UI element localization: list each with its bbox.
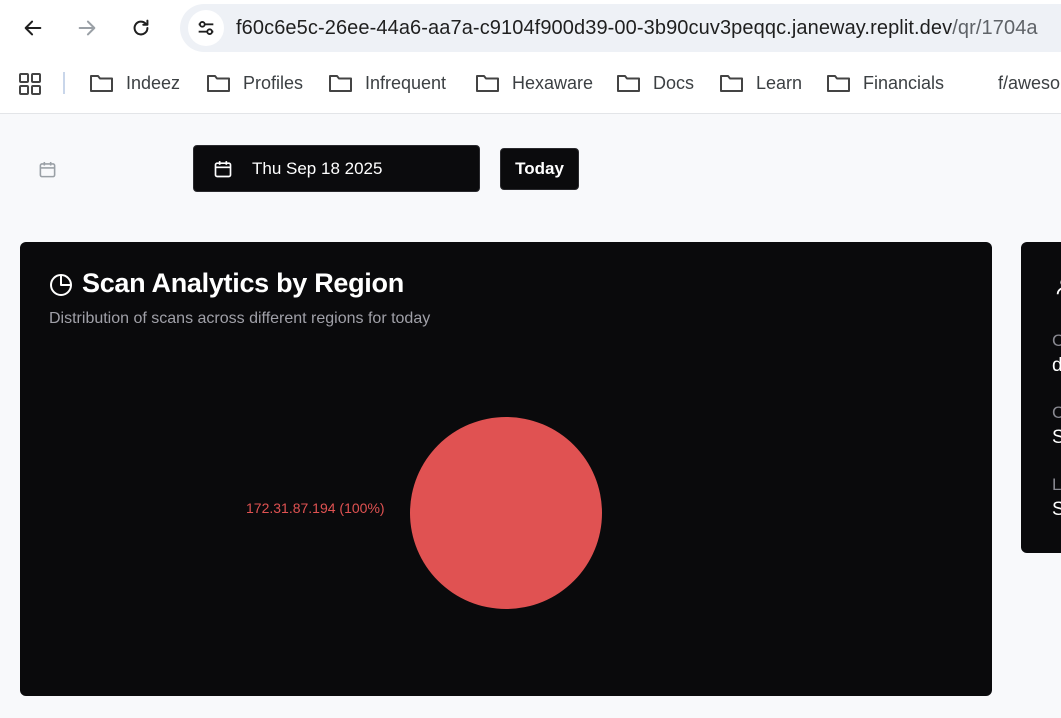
tune-icon bbox=[198, 21, 214, 35]
side-field-value: S bbox=[1052, 427, 1061, 448]
pie-slice[interactable] bbox=[410, 417, 602, 609]
url-path: /qr/1704a bbox=[952, 17, 1038, 39]
folder-icon bbox=[720, 75, 743, 92]
today-button[interactable]: Today bbox=[500, 148, 579, 190]
bookmark-label: Learn bbox=[756, 72, 803, 93]
back-button[interactable] bbox=[15, 10, 51, 46]
date-picker-button[interactable]: Thu Sep 18 2025 bbox=[193, 145, 480, 192]
bookmark-label: Hexaware bbox=[512, 72, 594, 93]
bookmark-docs[interactable]: Docs bbox=[616, 70, 694, 96]
bookmark-label: Indeez bbox=[126, 72, 181, 93]
bookmark-label: Profiles bbox=[243, 72, 304, 93]
bookmark-hexaware[interactable]: Hexaware bbox=[475, 70, 593, 96]
user-icon bbox=[1056, 280, 1061, 295]
address-bar[interactable]: f60c6e5c-26ee-44a6-aa7a-c9104f900d39-00-… bbox=[180, 4, 1061, 52]
calendar-icon bbox=[39, 161, 56, 178]
reload-button[interactable] bbox=[123, 10, 159, 46]
bookmark-label: Financials bbox=[863, 72, 945, 93]
url-text: f60c6e5c-26ee-44a6-aa7a-c9104f900d39-00-… bbox=[236, 17, 1038, 40]
bookmark-aweso[interactable]: f/aweso bbox=[998, 70, 1060, 96]
folder-icon bbox=[476, 75, 499, 92]
pie-slice-label: 172.31.87.194 (100%) bbox=[246, 500, 385, 516]
bookmark-profiles[interactable]: Profiles bbox=[206, 70, 303, 96]
arrow-right-icon bbox=[78, 20, 96, 36]
bookmark-learn[interactable]: Learn bbox=[719, 70, 802, 96]
side-field-value: d bbox=[1052, 355, 1061, 376]
scan-analytics-card: Scan Analytics by Region Distribution of… bbox=[20, 242, 992, 696]
folder-icon bbox=[90, 75, 113, 92]
bookmark-label: f/aweso bbox=[998, 72, 1061, 93]
bookmark-label: Docs bbox=[653, 72, 695, 93]
calendar-icon bbox=[214, 161, 232, 178]
folder-icon bbox=[827, 75, 850, 92]
side-field-label: C bbox=[1052, 403, 1061, 422]
url-host: f60c6e5c-26ee-44a6-aa7a-c9104f900d39-00-… bbox=[236, 17, 953, 39]
apps-grid-icon[interactable] bbox=[18, 72, 42, 96]
details-side-card: C d C S L S bbox=[1021, 242, 1061, 553]
browser-chrome: f60c6e5c-26ee-44a6-aa7a-c9104f900d39-00-… bbox=[0, 0, 1061, 114]
bookmarks-bar: Indeez Profiles Infrequent Hexaware Docs… bbox=[0, 64, 1061, 102]
bookmark-indeez[interactable]: Indeez bbox=[89, 70, 180, 96]
bookmark-label: Infrequent bbox=[365, 72, 447, 93]
bookmarks-separator bbox=[63, 72, 65, 94]
bookmark-financials[interactable]: Financials bbox=[826, 70, 944, 96]
side-field-label: C bbox=[1052, 331, 1061, 350]
forward-button[interactable] bbox=[69, 10, 105, 46]
side-field-label: L bbox=[1052, 475, 1061, 494]
reload-icon bbox=[133, 19, 149, 36]
folder-icon bbox=[207, 75, 230, 92]
region-pie-chart bbox=[410, 417, 602, 609]
bookmark-infrequent[interactable]: Infrequent bbox=[328, 70, 446, 96]
arrow-left-icon bbox=[24, 20, 42, 36]
date-label: Thu Sep 18 2025 bbox=[252, 159, 383, 178]
folder-icon bbox=[617, 75, 640, 92]
folder-icon bbox=[329, 75, 352, 92]
side-field-value: S bbox=[1052, 499, 1061, 520]
site-info-button[interactable] bbox=[188, 10, 224, 46]
